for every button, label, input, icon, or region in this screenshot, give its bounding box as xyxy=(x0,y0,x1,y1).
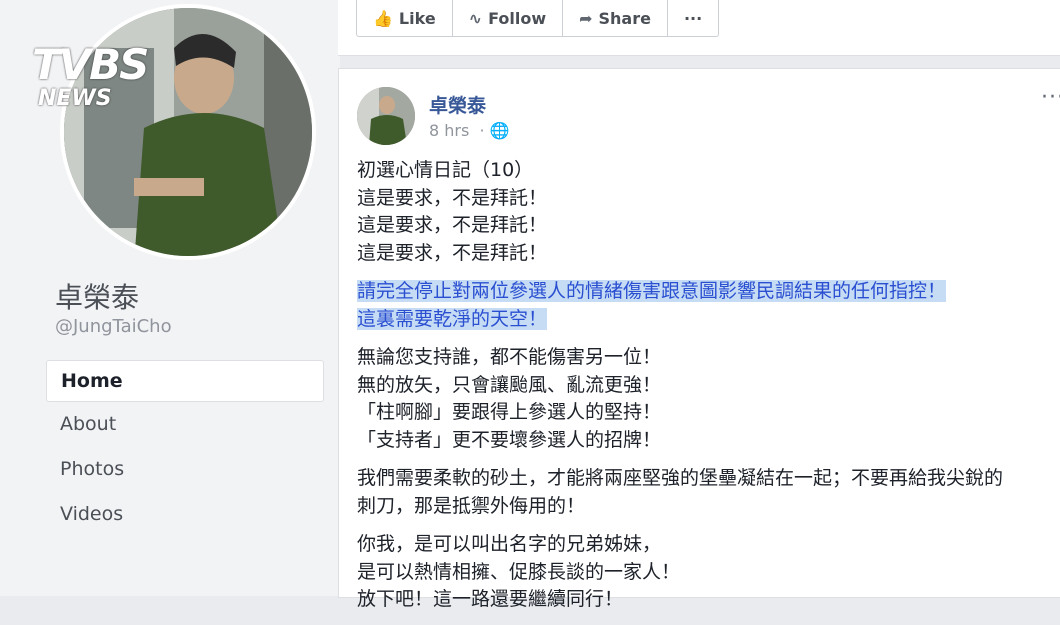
share-label: Share xyxy=(598,8,651,28)
post-options-button[interactable]: ··· xyxy=(1041,85,1060,110)
globe-icon: · 🌐 xyxy=(474,121,510,140)
post-line: 放下吧！這一路還要繼續同行！ xyxy=(357,588,624,610)
post-line: 你我，是可以叫出名字的兄弟姊妹， xyxy=(357,533,662,555)
post-line: 「支持者」更不要壞參選人的招牌！ xyxy=(357,428,662,451)
post-paragraph-4: 你我，是可以叫出名字的兄弟姊妹， 是可以熱情相擁、促膝長談的一家人！ 放下吧！這… xyxy=(357,531,1060,614)
post-paragraph-1: 初選心情日記（10） 這是要求，不是拜託！ 這是要求，不是拜託！ 這是要求，不是… xyxy=(357,157,1060,267)
post-line: 無的放矢，只會讓颱風、亂流更強！ xyxy=(357,373,662,396)
post-paragraph-3: 我們需要柔軟的砂土，才能將兩座堅強的堡壘凝結在一起；不要再給我尖銳的 刺刀，那是… xyxy=(357,465,1060,520)
page-handle[interactable]: @JungTaiCho xyxy=(55,316,172,337)
like-label: Like xyxy=(398,8,436,28)
post-paragraph-2: 無論您支持誰，都不能傷害另一位！ 無的放矢，只會讓颱風、亂流更強！ 「柱啊腳」要… xyxy=(357,344,1060,454)
page-action-bar: 👍 Like ∿ Follow ➦ Share ··· xyxy=(338,0,1060,56)
post-timestamp[interactable]: 8 hrs xyxy=(429,121,469,140)
post-line: 初選心情日記（10） xyxy=(357,159,534,181)
post-meta: 8 hrs · 🌐 xyxy=(429,121,510,140)
highlighted-text: 這裏需要乾淨的天空！ xyxy=(357,307,548,330)
highlighted-text: 請完全停止對兩位參選人的情緒傷害跟意圖影響民調結果的任何指控！ xyxy=(357,280,947,302)
post-body: 初選心情日記（10） 這是要求，不是拜託！ 這是要求，不是拜託！ 這是要求，不是… xyxy=(357,157,1060,625)
share-arrow-icon: ➦ xyxy=(579,8,593,28)
post-line: 無論您支持誰，都不能傷害另一位！ xyxy=(357,346,662,368)
share-button[interactable]: ➦ Share xyxy=(563,0,668,36)
more-actions-button[interactable]: ··· xyxy=(668,0,718,36)
rss-icon: ∿ xyxy=(468,8,483,28)
nav-home[interactable]: Home xyxy=(46,360,324,402)
left-column: TVBS NEWS 卓榮泰 @JungTaiCho Home About Pho… xyxy=(0,0,340,596)
post-line: 這是要求，不是拜託！ xyxy=(357,186,548,209)
like-button[interactable]: 👍 Like xyxy=(357,0,453,36)
post-author-photo xyxy=(357,87,415,145)
post-line: 這是要求，不是拜託！ xyxy=(357,214,548,236)
tvbs-news-logo: TVBS NEWS xyxy=(32,30,192,111)
nav-about[interactable]: About xyxy=(46,402,324,447)
post-line: 我們需要柔軟的砂土，才能將兩座堅強的堡壘凝結在一起；不要再給我尖銳的 xyxy=(357,467,1004,489)
post-line: 是可以熱情相擁、促膝長談的一家人！ xyxy=(357,560,681,583)
more-actions-label: ··· xyxy=(683,8,703,28)
logo-subtext: NEWS xyxy=(38,86,112,111)
post-line: 「柱啊腳」要跟得上參選人的堅持！ xyxy=(357,401,662,423)
post-author-name[interactable]: 卓榮泰 xyxy=(429,91,486,118)
post-card: 卓榮泰 8 hrs · 🌐 ··· 初選心情日記（10） 這是要求，不是拜託！ … xyxy=(338,68,1060,610)
post-line: 刺刀，那是抵禦外侮用的！ xyxy=(357,494,586,517)
action-buttons: 👍 Like ∿ Follow ➦ Share ··· xyxy=(356,0,720,37)
follow-label: Follow xyxy=(488,8,547,28)
page-nav: Home About Photos Videos xyxy=(46,360,324,537)
post-line: 這是要求，不是拜託！ xyxy=(357,241,548,264)
post-highlighted-paragraph: 請完全停止對兩位參選人的情緒傷害跟意圖影響民調結果的任何指控！ 這裏需要乾淨的天… xyxy=(357,278,1060,333)
nav-photos[interactable]: Photos xyxy=(46,447,324,492)
logo-text: TVBS xyxy=(32,40,149,89)
nav-videos[interactable]: Videos xyxy=(46,492,324,537)
thumbs-up-icon: 👍 xyxy=(373,8,393,28)
follow-button[interactable]: ∿ Follow xyxy=(453,0,564,36)
page-name: 卓榮泰 xyxy=(55,281,140,314)
post-author-avatar[interactable] xyxy=(357,87,415,145)
